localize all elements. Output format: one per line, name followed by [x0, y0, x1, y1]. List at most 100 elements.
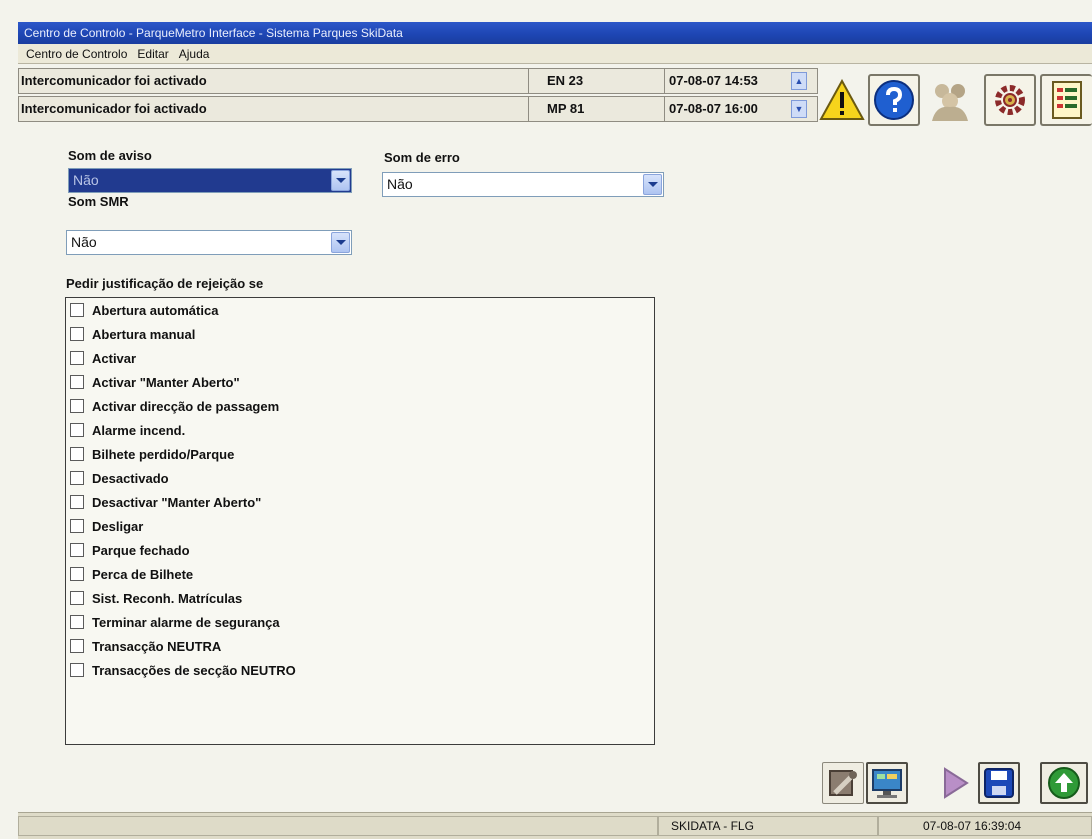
som-erro-value: Não — [387, 176, 413, 192]
list-icon — [1052, 81, 1082, 119]
list-item-label: Transacções de secção NEUTRO — [92, 662, 296, 678]
warning-icon — [819, 79, 865, 120]
alerts-list: Intercomunicador foi activado EN 23 07-0… — [18, 66, 818, 126]
status-cell-empty — [18, 816, 658, 836]
alert-code: EN 23 — [529, 69, 665, 93]
window-title: Centro de Controlo - ParqueMetro Interfa… — [18, 22, 1092, 44]
som-aviso-value: Não — [73, 172, 99, 188]
checkbox[interactable] — [70, 423, 84, 437]
checkbox[interactable] — [70, 663, 84, 677]
list-item[interactable]: Activar — [70, 348, 136, 368]
list-item-label: Transacção NEUTRA — [92, 638, 222, 654]
checkbox[interactable] — [70, 591, 84, 605]
justification-label: Pedir justificação de rejeição se — [66, 276, 264, 291]
status-datetime: 07-08-07 16:39:04 — [878, 816, 1092, 836]
som-smr-select[interactable]: Não — [66, 230, 352, 255]
list-item[interactable]: Desactivar "Manter Aberto" — [70, 492, 261, 512]
list-item[interactable]: Sist. Reconh. Matrículas — [70, 588, 242, 608]
save-icon — [984, 768, 1014, 798]
list-item-label: Alarme incend. — [92, 422, 186, 438]
list-item[interactable]: Transacções de secção NEUTRO — [70, 660, 296, 680]
list-item-label: Bilhete perdido/Parque — [92, 446, 235, 462]
menu-centro-de-controlo[interactable]: Centro de Controlo — [26, 44, 127, 63]
list-item[interactable]: Activar direcção de passagem — [70, 396, 279, 416]
checkbox[interactable] — [70, 327, 84, 341]
list-item-label: Activar "Manter Aberto" — [92, 374, 240, 390]
monitor-icon — [872, 769, 902, 798]
list-item[interactable]: Perca de Bilhete — [70, 564, 193, 584]
checkbox[interactable] — [70, 447, 84, 461]
list-item-label: Desactivado — [92, 470, 169, 486]
justification-list[interactable]: Abertura automática Abertura manual Acti… — [65, 297, 655, 745]
monitor-button[interactable] — [866, 762, 908, 804]
list-button[interactable] — [1040, 74, 1092, 126]
list-item-label: Abertura automática — [92, 302, 219, 318]
list-item[interactable]: Abertura manual — [70, 324, 195, 344]
checkbox[interactable] — [70, 639, 84, 653]
checkbox[interactable] — [70, 567, 84, 581]
up-button[interactable] — [1040, 762, 1088, 804]
settings-panel: Som de aviso Não Som de erro Não Som SMR… — [18, 130, 1092, 760]
list-item[interactable]: Activar "Manter Aberto" — [70, 372, 240, 392]
checkbox[interactable] — [70, 399, 84, 413]
list-item-label: Perca de Bilhete — [92, 566, 194, 582]
list-item-label: Activar direcção de passagem — [92, 398, 280, 414]
tools-icon — [829, 770, 857, 796]
list-item[interactable]: Abertura automática — [70, 300, 218, 320]
list-item-label: Desligar — [92, 518, 144, 534]
tools-button[interactable] — [822, 762, 864, 804]
status-company: SKIDATA - FLG — [658, 816, 878, 836]
list-item[interactable]: Transacção NEUTRA — [70, 636, 221, 656]
som-aviso-label: Som de aviso — [68, 148, 152, 163]
checkbox[interactable] — [70, 303, 84, 317]
alert-code: MP 81 — [529, 97, 665, 121]
menu-editar[interactable]: Editar — [137, 44, 168, 63]
play-button[interactable] — [934, 762, 976, 804]
list-item[interactable]: Parque fechado — [70, 540, 190, 560]
list-item[interactable]: Alarme incend. — [70, 420, 185, 440]
checkbox[interactable] — [70, 471, 84, 485]
users-button[interactable] — [924, 74, 976, 126]
list-item-label: Desactivar "Manter Aberto" — [92, 494, 262, 510]
list-item-label: Activar — [92, 350, 137, 366]
help-icon — [874, 80, 914, 120]
som-smr-value: Não — [71, 234, 97, 250]
menu-bar: Centro de Controlo Editar Ajuda — [18, 44, 1092, 64]
list-item-label: Sist. Reconh. Matrículas — [92, 590, 243, 606]
alert-row[interactable]: Intercomunicador foi activado EN 23 07-0… — [18, 68, 818, 94]
checkbox[interactable] — [70, 351, 84, 365]
chevron-down-icon[interactable] — [331, 232, 350, 253]
status-bar: SKIDATA - FLG 07-08-07 16:39:04 — [18, 812, 1092, 839]
save-button[interactable] — [978, 762, 1020, 804]
checkbox[interactable] — [70, 495, 84, 509]
help-button[interactable] — [868, 74, 920, 126]
warning-button[interactable] — [816, 74, 868, 126]
checkbox[interactable] — [70, 615, 84, 629]
list-item[interactable]: Desligar — [70, 516, 143, 536]
users-icon — [932, 84, 968, 121]
alert-time: 07-08-07 16:00 — [669, 101, 758, 116]
gear-button[interactable] — [984, 74, 1036, 126]
alert-message: Intercomunicador foi activado — [19, 97, 529, 121]
list-item[interactable]: Terminar alarme de segurança — [70, 612, 280, 632]
checkbox[interactable] — [70, 519, 84, 533]
list-item[interactable]: Desactivado — [70, 468, 169, 488]
play-icon — [944, 767, 969, 799]
scroll-down-button[interactable]: ▼ — [791, 100, 807, 118]
list-item[interactable]: Bilhete perdido/Parque — [70, 444, 234, 464]
list-item-label: Abertura manual — [92, 326, 196, 342]
menu-ajuda[interactable]: Ajuda — [179, 44, 210, 63]
checkbox[interactable] — [70, 375, 84, 389]
scroll-up-button[interactable]: ▲ — [791, 72, 807, 90]
chevron-down-icon[interactable] — [331, 170, 350, 191]
som-erro-select[interactable]: Não — [382, 172, 664, 197]
som-smr-label: Som SMR — [68, 194, 129, 209]
som-aviso-select[interactable]: Não — [68, 168, 352, 193]
list-item-label: Parque fechado — [92, 542, 190, 558]
alert-row[interactable]: Intercomunicador foi activado MP 81 07-0… — [18, 96, 818, 122]
chevron-down-icon[interactable] — [643, 174, 662, 195]
up-arrow-icon — [1048, 767, 1080, 799]
checkbox[interactable] — [70, 543, 84, 557]
alert-message: Intercomunicador foi activado — [19, 69, 529, 93]
gear-icon — [995, 85, 1025, 115]
